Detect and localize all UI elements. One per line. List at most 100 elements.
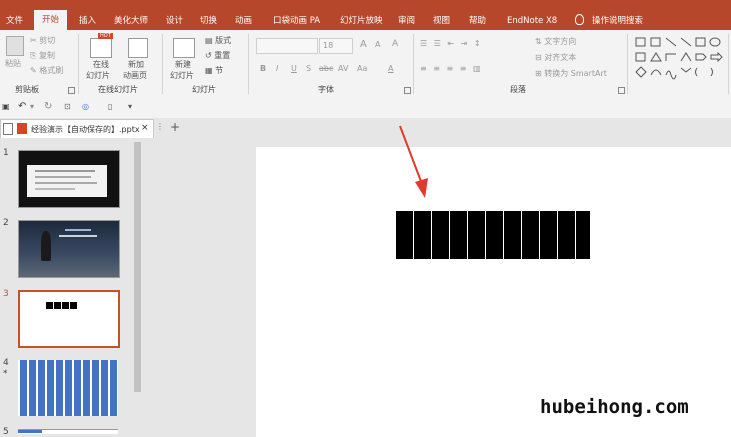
thumbnail-scrollbar[interactable] xyxy=(133,140,143,433)
document-tab[interactable]: 经验演示【自动保存的】.pptx × xyxy=(0,119,154,138)
font-size-select[interactable]: 18 xyxy=(319,38,353,54)
scrollbar-thumb[interactable] xyxy=(134,142,141,392)
customize-qat-icon[interactable]: ▾ xyxy=(128,102,132,111)
slide-shape[interactable] xyxy=(450,211,467,259)
slide-shape[interactable] xyxy=(504,211,521,259)
tab-beautify[interactable]: 美化大师 xyxy=(114,12,148,30)
tab-menu-button[interactable]: ⋮ xyxy=(156,122,164,131)
slide-shape[interactable] xyxy=(396,211,413,259)
new-slide-label-2[interactable]: 幻灯片 xyxy=(170,70,194,81)
paragraph-launcher-icon[interactable] xyxy=(618,87,625,94)
shrink-font-button[interactable]: A xyxy=(375,40,380,49)
smartart-button[interactable]: ⊞ 转换为 SmartArt xyxy=(535,68,607,79)
align-text-button[interactable]: ⊟ 对齐文本 xyxy=(535,52,576,63)
hot-badge: HOT xyxy=(98,33,113,39)
clipboard-launcher-icon[interactable] xyxy=(68,87,75,94)
section-button[interactable]: ▦ 节 xyxy=(205,65,223,76)
tab-home[interactable]: 开始 xyxy=(34,10,68,30)
align-buttons[interactable]: ≡ ≡ ≡ ≡ ▥ xyxy=(420,64,483,73)
grow-font-button[interactable]: A xyxy=(360,39,367,50)
slide-thumbnail-3-selected[interactable] xyxy=(18,290,120,348)
lightbulb-icon xyxy=(575,14,584,25)
bold-button[interactable]: B xyxy=(260,64,266,73)
current-slide-canvas[interactable] xyxy=(256,147,731,437)
slide-shape[interactable] xyxy=(414,211,431,259)
tab-pocket-animation[interactable]: 口袋动画 PA xyxy=(273,12,320,30)
tab-review[interactable]: 审阅 xyxy=(398,12,415,30)
save-icon[interactable]: ▣ xyxy=(2,102,10,111)
strikethrough-button[interactable]: abc xyxy=(319,64,333,73)
tab-transitions[interactable]: 切换 xyxy=(200,12,217,30)
section-label: 节 xyxy=(215,66,224,75)
slide-thumbnail-2[interactable] xyxy=(18,220,120,278)
font-launcher-icon[interactable] xyxy=(404,87,411,94)
clear-format-button[interactable]: A xyxy=(392,39,398,49)
slideshow-start-icon[interactable]: ⊡ xyxy=(64,102,71,111)
powerpoint-icon xyxy=(17,123,27,134)
touch-mode-icon[interactable]: ◎ xyxy=(82,102,89,111)
tab-insert[interactable]: 插入 xyxy=(79,12,96,30)
redo-icon[interactable]: ↻ xyxy=(44,101,52,112)
divider xyxy=(78,34,79,94)
slide-shape[interactable] xyxy=(576,211,590,259)
thumbnail-figure xyxy=(41,231,51,261)
dropdown-icon[interactable]: ▾ xyxy=(30,102,34,111)
undo-icon[interactable]: ↶ xyxy=(18,101,26,112)
copy-button[interactable]: ⎘ 复制 xyxy=(30,50,55,61)
shadow-button[interactable]: S xyxy=(306,64,311,73)
new-tab-button[interactable]: + xyxy=(170,120,180,134)
layout-icon: ▤ xyxy=(205,36,213,45)
layout-button[interactable]: ▤ 版式 xyxy=(205,35,231,46)
slide-number-3: 3 xyxy=(3,289,9,299)
new-slide-label-1[interactable]: 新建 xyxy=(175,59,191,70)
text-direction-button[interactable]: ⇅ 文字方向 xyxy=(535,36,576,47)
align-text-label: 对齐文本 xyxy=(544,53,577,62)
list-buttons[interactable]: ☰ ☰ ⇤ ⇥ ↕ xyxy=(420,39,483,48)
cut-button[interactable]: ✂ 剪切 xyxy=(30,35,55,46)
new-file-icon[interactable]: ▯ xyxy=(108,102,112,111)
new-slide-icon[interactable] xyxy=(173,38,195,58)
slide-shape[interactable] xyxy=(486,211,503,259)
font-family-select[interactable] xyxy=(256,38,318,54)
slide-editing-area xyxy=(146,138,731,437)
tab-slideshow[interactable]: 幻灯片放映 xyxy=(340,12,383,30)
slide-thumbnail-1[interactable] xyxy=(18,150,120,208)
tab-animations[interactable]: 动画 xyxy=(235,12,252,30)
shapes-gallery[interactable] xyxy=(634,35,724,81)
tab-design[interactable]: 设计 xyxy=(166,12,183,30)
annotation-arrow xyxy=(399,125,428,198)
tab-view[interactable]: 视图 xyxy=(433,12,450,30)
slide-shape[interactable] xyxy=(432,211,449,259)
char-spacing-button[interactable]: AV xyxy=(338,64,348,73)
online-label-2[interactable]: 幻灯片 xyxy=(86,70,110,81)
tab-endnote[interactable]: EndNote X8 xyxy=(507,12,557,30)
underline-button[interactable]: U xyxy=(291,64,297,73)
italic-button[interactable]: I xyxy=(276,64,278,73)
slide-shape[interactable] xyxy=(468,211,485,259)
slide-shape[interactable] xyxy=(522,211,539,259)
tell-me-search[interactable]: 操作说明搜索 xyxy=(592,12,643,30)
change-case-button[interactable]: Aa xyxy=(357,64,367,73)
slide-shape[interactable] xyxy=(540,211,557,259)
online-label-1[interactable]: 在线 xyxy=(93,59,109,70)
font-color-button[interactable]: A xyxy=(388,64,393,73)
new-animation-label-2[interactable]: 动画页 xyxy=(123,70,147,81)
slide-thumbnail-4[interactable] xyxy=(18,360,118,416)
brush-icon: ✎ xyxy=(30,66,37,75)
paste-button[interactable]: 粘贴 xyxy=(5,58,21,69)
tab-file[interactable]: 文件 xyxy=(6,12,23,30)
close-tab-button[interactable]: × xyxy=(141,123,149,133)
tab-help[interactable]: 帮助 xyxy=(469,12,486,30)
paste-icon[interactable] xyxy=(6,36,24,56)
slide-shape[interactable] xyxy=(558,211,575,259)
document-tabs: 经验演示【自动保存的】.pptx × ⋮ + xyxy=(0,118,731,138)
divider xyxy=(728,34,729,94)
slide-thumbnail-5[interactable] xyxy=(18,429,118,434)
format-painter-button[interactable]: ✎ 格式刷 xyxy=(30,65,63,76)
new-animation-icon[interactable] xyxy=(128,38,148,58)
new-animation-label-1[interactable]: 新加 xyxy=(128,59,144,70)
online-slides-icon[interactable] xyxy=(90,38,112,58)
cut-label: 剪切 xyxy=(39,36,56,45)
reset-button[interactable]: ↺ 重置 xyxy=(205,50,230,61)
scissors-icon: ✂ xyxy=(30,36,37,45)
